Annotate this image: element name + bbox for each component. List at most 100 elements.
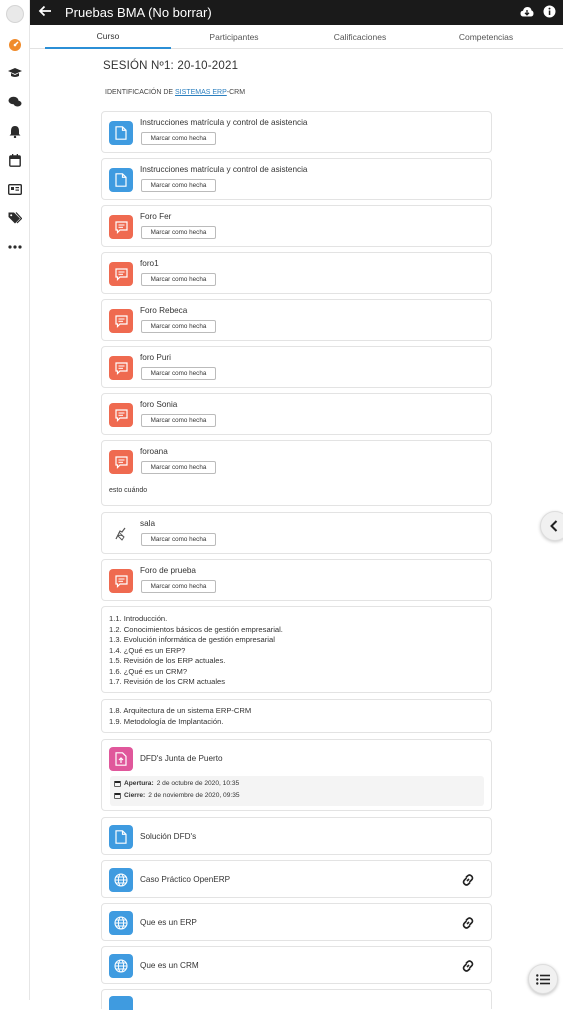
- activity-card: Solución DFD's: [101, 817, 492, 855]
- activity-name[interactable]: Foro de prueba: [140, 566, 196, 575]
- back-arrow-icon[interactable]: [38, 4, 54, 20]
- section-title: SESIÓN Nº1: 20-10-2021: [103, 60, 239, 72]
- page-title: Pruebas BMA (No borrar): [65, 5, 212, 20]
- label-block: 1.1. Introducción. 1.2. Conocimientos bá…: [101, 606, 492, 693]
- activity-card: Foro de prueba Marcar como hecha: [101, 559, 492, 601]
- forum-icon: [109, 403, 133, 427]
- label-line: 1.5. Revisión de los ERP actuales.: [109, 656, 226, 665]
- mark-done-button[interactable]: Marcar como hecha: [141, 320, 216, 333]
- activity-card: Caso Práctico OpenERP: [101, 860, 492, 898]
- activity-card: foroana Marcar como hecha esto cuándo: [101, 440, 492, 506]
- user-avatar[interactable]: [6, 5, 24, 23]
- chat-icon: [109, 522, 133, 546]
- external-link-icon[interactable]: [461, 873, 475, 887]
- section-summary-link[interactable]: SISTEMAS ERP: [175, 89, 227, 96]
- tab-participantes[interactable]: Participantes: [171, 25, 297, 49]
- mark-done-button[interactable]: Marcar como hecha: [141, 533, 216, 546]
- globe-icon: [109, 868, 133, 892]
- activity-card: Foro Rebeca Marcar como hecha: [101, 299, 492, 341]
- activity-name[interactable]: foro1: [140, 259, 159, 268]
- activity-name[interactable]: DFD's Junta de Puerto: [140, 754, 223, 763]
- list-icon: [536, 973, 550, 985]
- activity-card: Foro Fer Marcar como hecha: [101, 205, 492, 247]
- bell-icon[interactable]: [7, 123, 23, 139]
- external-link-icon[interactable]: [461, 959, 475, 973]
- label-line: 1.2. Conocimientos básicos de gestión em…: [109, 624, 283, 634]
- external-link-icon[interactable]: [461, 916, 475, 930]
- activity-card: Que es un ERP: [101, 903, 492, 941]
- globe-icon: [109, 954, 133, 978]
- activity-name[interactable]: Foro Fer: [140, 212, 171, 221]
- calendar-icon[interactable]: [7, 152, 23, 168]
- tags-icon[interactable]: [7, 210, 23, 226]
- chevron-left-icon: [550, 520, 558, 532]
- label-line: 1.1. Introducción.: [109, 614, 168, 623]
- activity-card: Instrucciones matrícula y control de asi…: [101, 158, 492, 200]
- activity-card-assignment: DFD's Junta de Puerto Apertura: 2 de oct…: [101, 739, 492, 811]
- section-summary: IDENTIFICACIÓN DE SISTEMAS ERP-CRM: [105, 89, 246, 96]
- file-icon: [109, 168, 133, 192]
- forum-icon: [109, 215, 133, 239]
- label-line: 1.9. Metodología de Implantación.: [109, 716, 224, 726]
- forum-icon: [109, 309, 133, 333]
- activity-name[interactable]: foro Puri: [140, 353, 171, 362]
- activity-card: Instrucciones matrícula y control de asi…: [101, 111, 492, 153]
- mark-done-button[interactable]: Marcar como hecha: [141, 461, 216, 474]
- close-date-value: 2 de noviembre de 2020, 09:35: [148, 792, 240, 799]
- activity-dates: Apertura: 2 de octubre de 2020, 10:35 Ci…: [110, 776, 484, 806]
- activity-name[interactable]: Caso Práctico OpenERP: [140, 875, 230, 884]
- messages-icon[interactable]: [7, 94, 23, 110]
- file-icon: [109, 996, 133, 1010]
- activity-name[interactable]: Que es un CRM: [140, 961, 199, 970]
- grades-icon[interactable]: [7, 181, 23, 197]
- label-line: 1.6. ¿Qué es un CRM?: [109, 666, 188, 676]
- activity-card: Que es un CRM: [101, 946, 492, 984]
- label-line: 1.7. Revisión de los CRM actuales: [109, 677, 226, 686]
- course-index-button[interactable]: [528, 964, 558, 994]
- activity-name[interactable]: foro Sonia: [140, 400, 177, 409]
- mark-done-button[interactable]: Marcar como hecha: [141, 132, 216, 145]
- drawer-toggle-button[interactable]: [540, 511, 563, 541]
- forum-icon: [109, 450, 133, 474]
- label-line: 1.8. Arquitectura de un sistema ERP-CRM: [109, 706, 252, 715]
- mark-done-button[interactable]: Marcar como hecha: [141, 273, 216, 286]
- activity-card: [101, 989, 492, 1010]
- activity-name[interactable]: Que es un ERP: [140, 918, 197, 927]
- label-line: 1.4. ¿Qué es un ERP?: [109, 645, 186, 655]
- assignment-upload-icon: [109, 747, 133, 771]
- label-line: 1.3. Evolución informática de gestión em…: [109, 635, 275, 644]
- more-icon[interactable]: [7, 239, 23, 255]
- label-block: 1.8. Arquitectura de un sistema ERP-CRM …: [101, 699, 492, 733]
- download-cloud-icon[interactable]: [520, 5, 534, 19]
- activity-name[interactable]: Instrucciones matrícula y control de asi…: [140, 165, 307, 174]
- open-date-label: Apertura:: [124, 780, 154, 787]
- activity-name[interactable]: Instrucciones matrícula y control de asi…: [140, 118, 307, 127]
- tab-competencias[interactable]: Competencias: [423, 25, 549, 49]
- dashboard-icon[interactable]: [7, 37, 23, 53]
- close-date-label: Cierre:: [124, 792, 146, 799]
- info-icon[interactable]: [543, 5, 557, 19]
- mark-done-button[interactable]: Marcar como hecha: [141, 580, 216, 593]
- mark-done-button[interactable]: Marcar como hecha: [141, 226, 216, 239]
- activity-name[interactable]: Solución DFD's: [140, 832, 196, 841]
- activity-card: foro Puri Marcar como hecha: [101, 346, 492, 388]
- tab-calificaciones[interactable]: Calificaciones: [297, 25, 423, 49]
- graduation-cap-icon[interactable]: [7, 65, 23, 81]
- top-bar: Pruebas BMA (No borrar): [30, 0, 563, 25]
- forum-icon: [109, 356, 133, 380]
- mark-done-button[interactable]: Marcar como hecha: [141, 414, 216, 427]
- calendar-small-icon: [114, 793, 121, 799]
- globe-icon: [109, 911, 133, 935]
- open-date-value: 2 de octubre de 2020, 10:35: [156, 780, 240, 787]
- tab-curso[interactable]: Curso: [45, 25, 171, 49]
- calendar-small-icon: [114, 781, 121, 787]
- file-icon: [109, 825, 133, 849]
- activity-name[interactable]: Foro Rebeca: [140, 306, 187, 315]
- forum-icon: [109, 262, 133, 286]
- activity-card: foro Sonia Marcar como hecha: [101, 393, 492, 435]
- activity-name[interactable]: sala: [140, 519, 155, 528]
- mark-done-button[interactable]: Marcar como hecha: [141, 367, 216, 380]
- activity-name[interactable]: foroana: [140, 447, 168, 456]
- file-icon: [109, 121, 133, 145]
- mark-done-button[interactable]: Marcar como hecha: [141, 179, 216, 192]
